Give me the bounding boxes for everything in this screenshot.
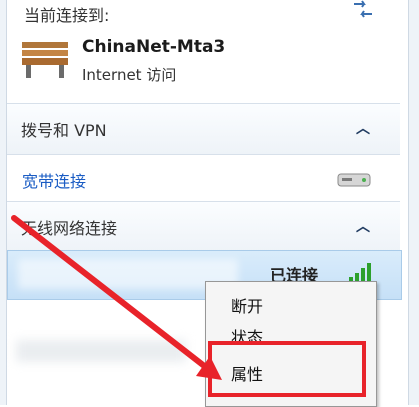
left-border	[0, 0, 7, 405]
section-label: 无线网络连接	[21, 219, 118, 238]
wireless-section[interactable]: 无线网络连接 ︿	[7, 201, 400, 253]
network-access: Internet 访问	[82, 66, 177, 84]
network-flyout: 当前连接到: ChinaNet-Mta3 Internet 访问 拨号和 VPN…	[0, 0, 419, 407]
wifi-signal-icon	[349, 263, 371, 282]
current-connection-label: 当前连接到:	[24, 6, 110, 25]
modem-icon	[337, 173, 371, 187]
chevron-up-icon[interactable]: ︿	[356, 118, 370, 138]
blurred-row	[16, 340, 186, 362]
highlight-box	[208, 341, 366, 397]
network-name: ChinaNet-Mta3	[82, 37, 226, 57]
scrollbar[interactable]	[408, 0, 419, 405]
bench-network-icon	[22, 42, 68, 78]
menu-item-disconnect[interactable]: 断开	[231, 293, 263, 317]
dialup-vpn-section[interactable]: 拨号和 VPN ︿	[7, 103, 400, 155]
refresh-icon[interactable]	[350, 0, 376, 18]
chevron-up-icon[interactable]: ︿	[356, 216, 370, 236]
broadband-connection-link[interactable]: 宽带连接	[22, 168, 86, 192]
section-label: 拨号和 VPN	[21, 121, 107, 140]
